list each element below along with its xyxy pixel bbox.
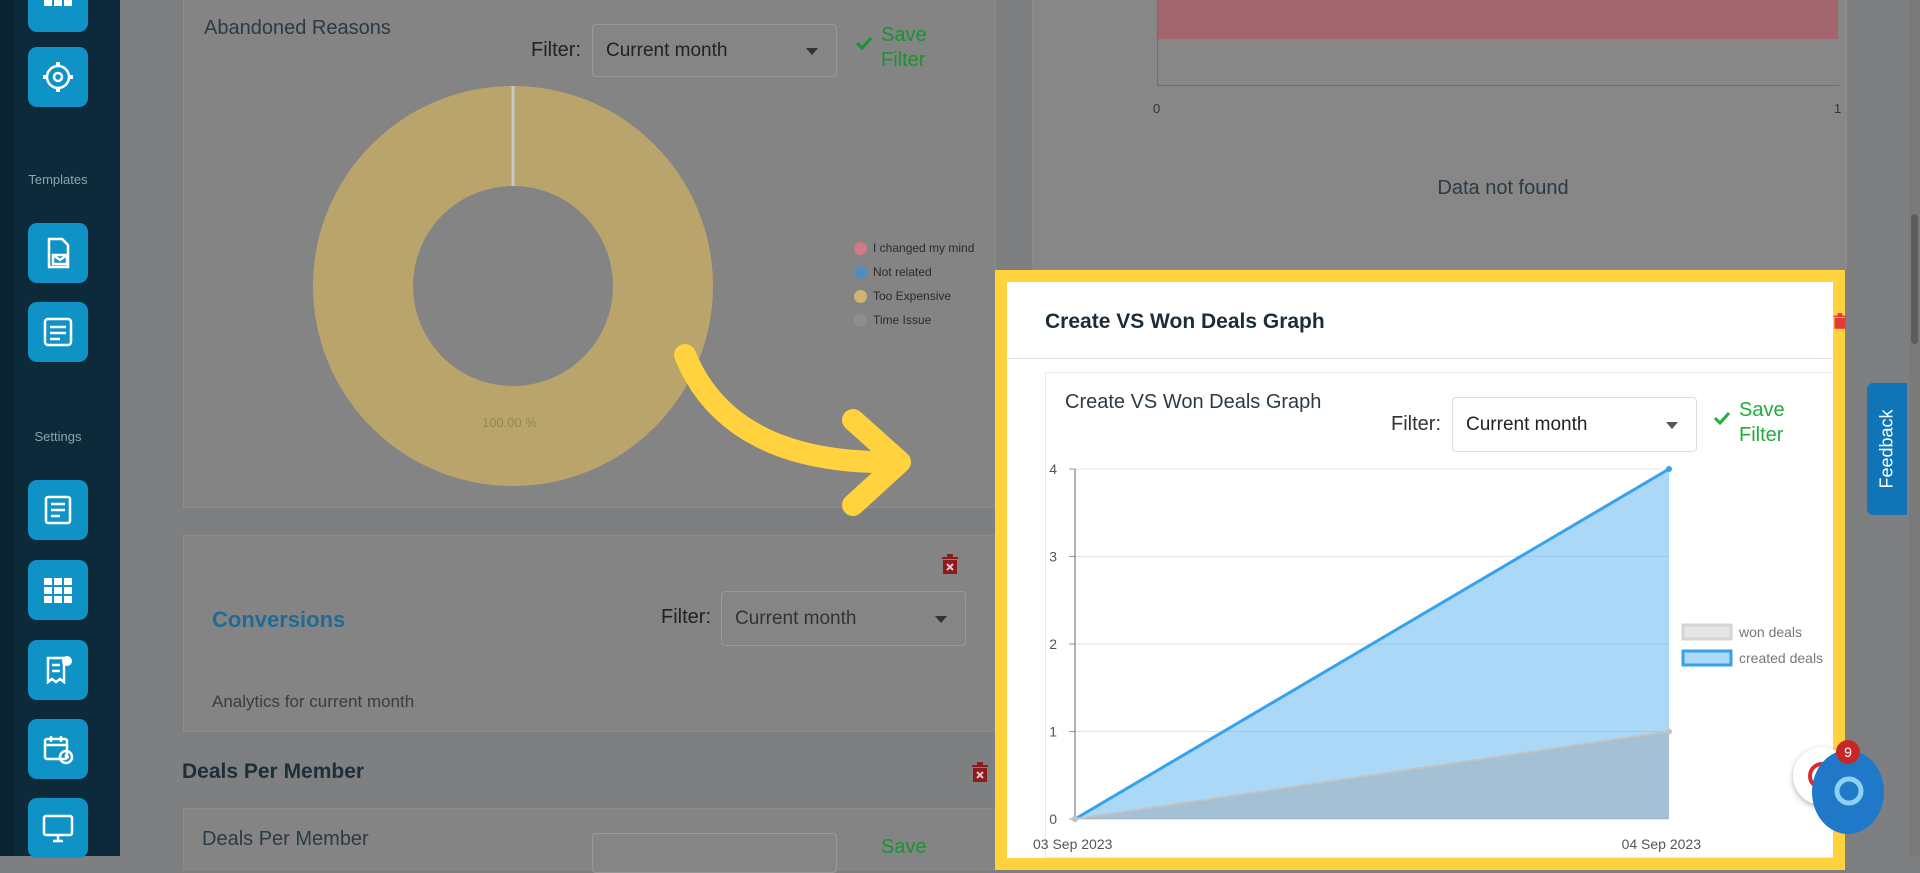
conversions-filter-select[interactable]: Current month	[721, 591, 966, 646]
sidebar-team-settings-button[interactable]	[28, 47, 88, 107]
deals-per-member-heading: Deals Per Member	[182, 760, 365, 783]
deals-member-save-label: Save	[881, 836, 927, 858]
x-tick-0: 0	[1153, 101, 1161, 116]
abandoned-save-label: Save	[881, 24, 927, 46]
sidebar: Templates Settings	[0, 0, 120, 858]
sidebar-settings-list-button[interactable]	[28, 480, 88, 540]
trash-icon[interactable]	[941, 553, 959, 575]
page-scrollbar[interactable]	[1909, 0, 1920, 856]
legend-item[interactable]: Not related	[854, 265, 932, 279]
abandoned-filter-label: Filter:	[531, 39, 581, 61]
chat-ring-icon	[1834, 776, 1864, 806]
sidebar-calendar-button[interactable]	[28, 719, 88, 779]
sidebar-section-settings: Settings	[34, 429, 82, 444]
axis-y-line	[1157, 0, 1158, 86]
legend-label: won deals	[1738, 624, 1802, 640]
legend-dot	[854, 241, 867, 255]
legend-label: Time Issue	[873, 313, 932, 327]
invoice-dollar-icon	[46, 656, 72, 685]
donut-percent-label: 100.00 %	[482, 415, 537, 430]
data-not-found-text: Data not found	[1437, 177, 1569, 199]
abandoned-filter-select[interactable]: Current month	[592, 24, 837, 77]
sidebar-section-templates: Templates	[28, 172, 88, 187]
document-mail-icon	[47, 237, 70, 269]
sidebar-invoice-button[interactable]	[28, 640, 88, 700]
calendar-clock-icon	[43, 736, 74, 765]
right-top-panel: 0 1 Data not found	[1032, 0, 1847, 270]
legend-label: I changed my mind	[873, 241, 975, 255]
y-tick-label: 0	[1049, 811, 1057, 827]
legend-dot	[854, 265, 867, 279]
x-tick-1: 1	[1834, 101, 1842, 116]
y-tick-label: 3	[1049, 549, 1057, 565]
conversions-subtitle: Analytics for current month	[212, 692, 415, 711]
curved-arrow-icon	[674, 344, 911, 516]
legend-label: Too Expensive	[873, 289, 952, 303]
chevron-down-icon	[935, 615, 947, 623]
chat-notification-badge: 9	[1836, 740, 1860, 764]
conversions-filter-label: Filter:	[661, 606, 711, 628]
sidebar-dashboard-button[interactable]	[28, 0, 88, 32]
create-vs-won-area-chart: 0 1 2 3 4 03 Sep 2023 04 Sep 2023 won deals crea…	[1033, 461, 1823, 852]
form-template-icon	[43, 317, 73, 347]
legend-label: Not related	[873, 265, 932, 279]
feedback-tab[interactable]: Feedback	[1867, 383, 1907, 515]
sidebar-apps-button[interactable]	[28, 560, 88, 620]
conversions-title: Conversions	[212, 607, 346, 632]
bar-segment	[1158, 0, 1838, 39]
abandoned-title: Abandoned Reasons	[204, 17, 391, 39]
monitor-icon	[42, 814, 74, 843]
data-point	[1072, 816, 1078, 822]
trash-icon[interactable]	[971, 761, 989, 783]
check-icon	[855, 36, 873, 50]
legend-swatch	[1681, 623, 1733, 641]
legend-dot	[854, 313, 867, 327]
deals-per-member-panel: Deals Per Member Save	[183, 808, 997, 873]
conversions-panel: Conversions Filter: Current month Analyt…	[183, 535, 997, 732]
conversions-filter-value: Current month	[735, 607, 857, 629]
chevron-down-icon	[806, 47, 818, 55]
data-point	[1666, 466, 1672, 472]
apps-grid-icon	[44, 578, 72, 603]
deals-member-filter-select[interactable]	[592, 833, 837, 873]
x-tick-label: 04 Sep 2023	[1622, 836, 1702, 852]
checklist-icon	[44, 495, 72, 525]
deals-per-member-title: Deals Per Member	[202, 828, 369, 850]
y-tick-label: 4	[1049, 461, 1057, 477]
abandoned-filter-word: Filter	[881, 49, 926, 71]
legend-item[interactable]: I changed my mind	[854, 241, 974, 255]
legend-item[interactable]: Time Issue	[854, 313, 931, 327]
legend-dot	[854, 289, 867, 303]
scrollbar-thumb[interactable]	[1911, 214, 1918, 344]
legend-label: created deals	[1739, 650, 1823, 666]
x-tick-label: 03 Sep 2023	[1033, 836, 1113, 852]
feedback-label: Feedback	[1876, 409, 1897, 489]
sidebar-email-template-button[interactable]	[28, 223, 88, 283]
y-tick-label: 1	[1049, 724, 1057, 740]
team-gear-icon	[43, 62, 73, 92]
data-point	[1666, 728, 1672, 735]
deals-member-save-button[interactable]: Save	[881, 835, 927, 860]
axis-x-line	[1157, 85, 1839, 86]
create-vs-won-card: Create VS Won Deals Graph Create VS Won …	[995, 270, 1847, 870]
legend-swatch	[1681, 649, 1733, 667]
legend-item[interactable]: Too Expensive	[854, 289, 951, 303]
abandoned-filter-value: Current month	[606, 39, 728, 61]
grid-icon	[44, 0, 72, 6]
trash-icon[interactable]	[1833, 310, 1847, 332]
sidebar-form-template-button[interactable]	[28, 302, 88, 362]
abandoned-save-filter-button[interactable]: Save Filter	[855, 23, 927, 73]
sidebar-rail	[0, 0, 14, 856]
sidebar-monitor-button[interactable]	[28, 798, 88, 858]
y-tick-label: 2	[1049, 636, 1057, 652]
